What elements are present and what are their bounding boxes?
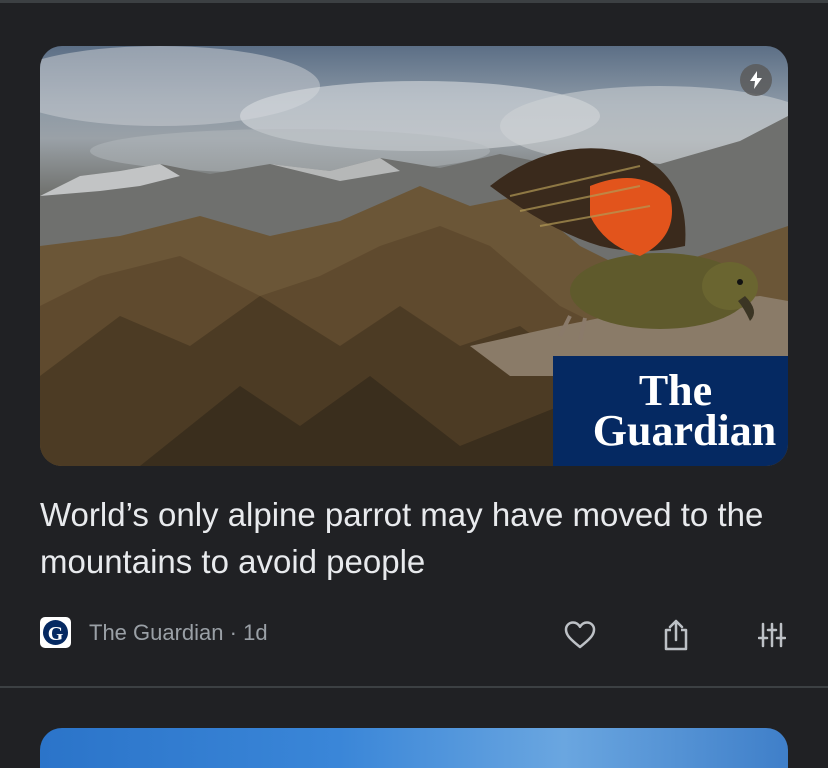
share-button[interactable] [656,615,696,655]
heart-icon [564,621,596,649]
amp-badge [740,64,772,96]
separator: · [223,620,244,645]
article-image[interactable]: The Guardian [40,46,788,466]
next-article-image[interactable] [40,728,788,768]
article-meta: G The Guardian · 1d [40,615,788,651]
guardian-g-icon: G [43,620,68,645]
card-divider [0,686,828,688]
tune-icon [758,622,786,648]
logo-letter: G [48,623,64,645]
article-age: 1d [243,620,268,645]
source-line[interactable]: The Guardian · 1d [89,620,268,646]
guardian-logo-overlay: The Guardian [553,356,788,466]
share-icon [664,619,688,651]
news-card[interactable]: The Guardian World’s only alpine parrot … [0,3,828,686]
lightning-icon [750,71,762,89]
source-logo[interactable]: G [40,617,71,648]
like-button[interactable] [560,615,600,655]
more-options-button[interactable] [752,615,792,655]
logo-line-2: Guardian [592,406,777,455]
article-headline[interactable]: World’s only alpine parrot may have move… [40,491,800,585]
source-name: The Guardian [89,620,224,645]
